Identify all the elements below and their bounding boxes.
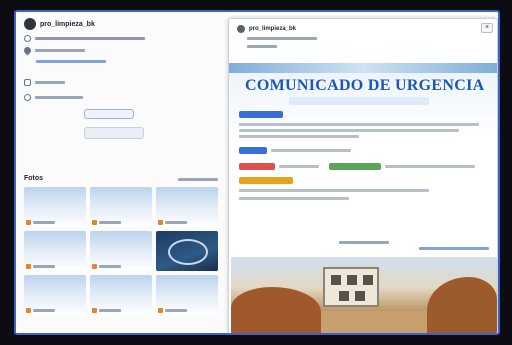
photo-house — [323, 267, 379, 307]
photo-mound — [427, 277, 497, 333]
profile-link-line[interactable] — [36, 59, 218, 65]
body-line — [239, 135, 359, 138]
caption-blur — [339, 241, 389, 244]
link-blur[interactable] — [419, 247, 489, 250]
link-icon — [24, 79, 31, 86]
post-subheadline-blur — [289, 97, 429, 105]
photo-tile[interactable] — [24, 231, 86, 271]
secondary-button-blur[interactable] — [84, 127, 144, 139]
post-headline: COMUNICADO DE URGENCIA — [245, 77, 485, 94]
profile-stat-1 — [24, 79, 218, 86]
photo-grid — [24, 187, 218, 315]
bio-text-blur — [35, 37, 145, 40]
post-username[interactable]: pro_limpieza_bk — [249, 26, 296, 32]
profile-meta-line — [22, 45, 218, 56]
location-icon — [22, 45, 33, 56]
profile-header: pro_limpieza_bk — [24, 18, 218, 30]
close-icon[interactable]: × — [481, 23, 493, 33]
tag-green — [329, 163, 381, 170]
tag-blue — [239, 147, 267, 154]
post-meta-blur — [247, 45, 277, 48]
profile-stat-2 — [24, 94, 218, 101]
stat-text-blur — [35, 96, 83, 99]
body-line — [239, 189, 429, 192]
tag-orange — [239, 177, 293, 184]
profile-panel: pro_limpieza_bk Fotos — [16, 12, 226, 333]
profile-action-2[interactable] — [84, 127, 218, 141]
profile-bio-line — [24, 35, 218, 42]
body-line — [271, 149, 351, 152]
post-photo[interactable] — [231, 257, 497, 333]
profile-username[interactable]: pro_limpieza_bk — [40, 21, 95, 28]
photo-tile[interactable] — [90, 275, 152, 315]
browser-window: pro_limpieza_bk Fotos × pro_limpieza_bk … — [14, 10, 500, 335]
body-line — [239, 123, 479, 126]
body-line — [239, 197, 349, 200]
location-text-blur — [35, 49, 85, 52]
photo-tile[interactable] — [156, 231, 218, 271]
body-line — [279, 165, 319, 168]
link-text-blur[interactable] — [36, 60, 106, 63]
photo-tile[interactable] — [24, 187, 86, 227]
post-meta-blur — [247, 37, 317, 40]
tag-blue — [239, 111, 283, 118]
post-author: pro_limpieza_bk — [237, 25, 296, 33]
see-all-blur[interactable] — [178, 178, 218, 181]
photos-title: Fotos — [24, 175, 44, 182]
post-viewer: × pro_limpieza_bk COMUNICADO DE URGENCIA — [228, 18, 498, 333]
profile-avatar[interactable] — [24, 18, 36, 30]
info-icon — [24, 35, 31, 42]
users-icon — [24, 94, 31, 101]
photo-tile[interactable] — [90, 187, 152, 227]
photo-tile[interactable] — [24, 275, 86, 315]
emblem-icon — [168, 239, 208, 265]
body-line — [385, 165, 475, 168]
photo-tile[interactable] — [156, 275, 218, 315]
photo-mound — [231, 287, 321, 333]
banner-ribbon — [229, 63, 497, 73]
photo-tile[interactable] — [156, 187, 218, 227]
tag-red — [239, 163, 275, 170]
profile-action-1[interactable] — [84, 109, 218, 121]
body-line — [239, 129, 459, 132]
stat-text-blur — [35, 81, 65, 84]
photos-header: Fotos — [24, 175, 218, 182]
photo-tile[interactable] — [90, 231, 152, 271]
edit-pill-blur[interactable] — [84, 109, 134, 119]
post-avatar[interactable] — [237, 25, 245, 33]
